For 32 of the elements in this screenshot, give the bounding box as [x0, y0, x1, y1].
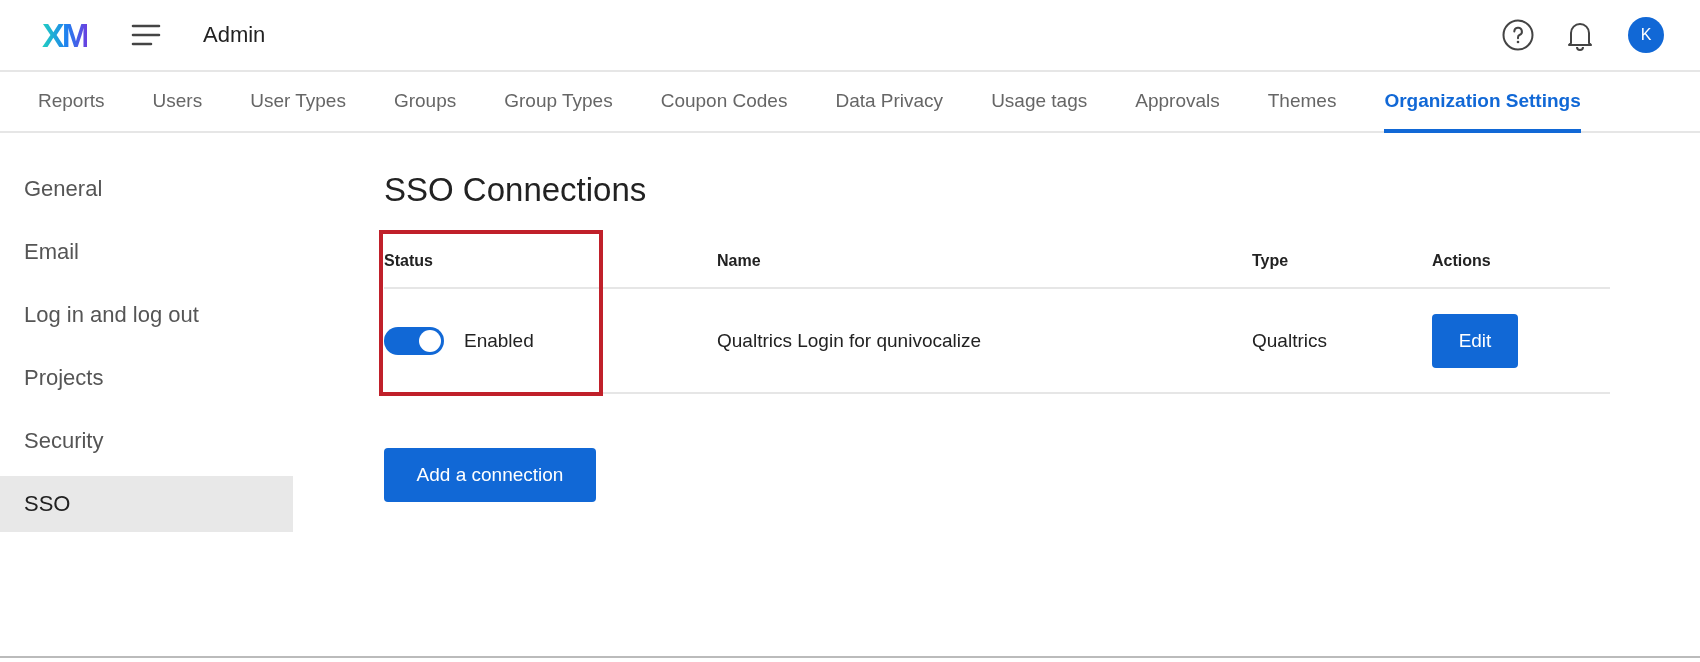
nav-tab[interactable]: Organization Settings [1384, 72, 1581, 133]
column-header: Name [717, 252, 762, 270]
nav-tab[interactable]: User Types [226, 72, 370, 133]
edit-button[interactable]: Edit [1432, 313, 1518, 368]
toggle-switch[interactable] [384, 326, 444, 355]
nav-tab[interactable]: Themes [1243, 72, 1361, 133]
add-connection-button[interactable]: Add a connection [384, 448, 596, 502]
app-title: Admin [203, 22, 266, 48]
nav-tab[interactable]: Coupon Codes [636, 72, 812, 133]
column-header: Status [384, 252, 434, 270]
sidebar-item[interactable]: Security [0, 413, 293, 469]
sidebar-item[interactable]: General [0, 161, 293, 217]
nav-tab[interactable]: Data Privacy [811, 72, 968, 133]
sidebar-item[interactable]: Projects [0, 350, 293, 406]
nav-tab[interactable]: Group Types [480, 72, 637, 133]
page-heading: SSO Connections [384, 171, 648, 209]
nav-tab[interactable]: Users [128, 72, 227, 133]
column-header: Actions [1432, 252, 1491, 270]
sidebar-item[interactable]: Email [0, 224, 293, 280]
nav-tab[interactable]: Approvals [1111, 72, 1244, 133]
help-icon[interactable] [1502, 19, 1534, 51]
nav-tab[interactable]: Usage tags [967, 72, 1112, 133]
status-text: Enabled [464, 329, 534, 352]
nav-tab[interactable]: Groups [369, 72, 481, 133]
sidebar-item[interactable]: SSO [0, 476, 293, 532]
column-header: Type [1252, 252, 1290, 270]
table-cell-text: Qualtrics Login for qunivocalize [717, 329, 983, 352]
sidebar-item[interactable]: Log in and log out [0, 287, 293, 343]
table-cell-text: Qualtrics [1252, 329, 1328, 352]
menu-icon[interactable] [131, 24, 161, 46]
nav-tab[interactable]: Reports [14, 72, 129, 133]
user-avatar[interactable]: K [1628, 17, 1664, 53]
